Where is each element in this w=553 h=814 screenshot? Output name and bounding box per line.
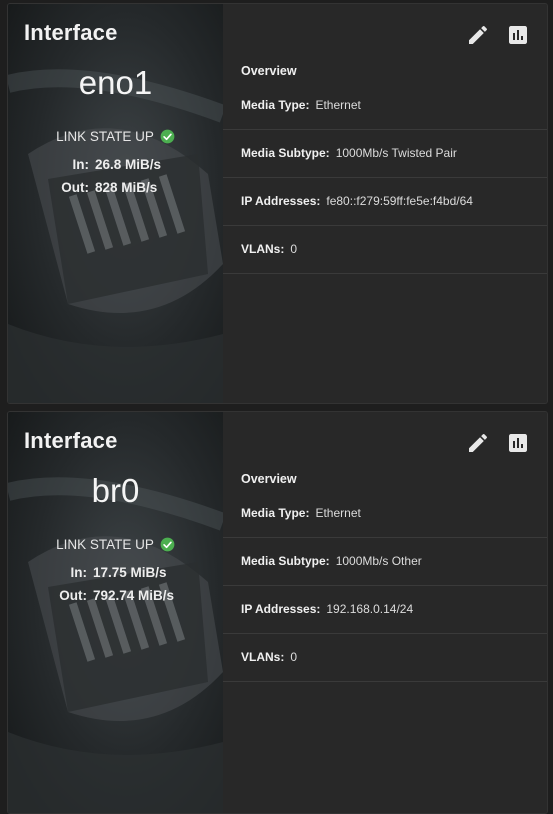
interface-card-br0: Interface br0 LINK STATE UP In: 17.75 MiB…: [7, 411, 548, 814]
interface-name: br0: [91, 472, 140, 509]
interface-summary-panel: Interface eno1 LINK STATE UP In: 26.8 MiB…: [8, 4, 223, 403]
detail-row-media-subtype: Media Subtype: 1000Mb/s Other: [223, 538, 547, 586]
detail-label: Media Type:: [241, 506, 310, 520]
detail-label: VLANs:: [241, 242, 285, 256]
in-value: 26.8 MiB/s: [95, 157, 162, 172]
detail-label: Media Type:: [241, 98, 310, 112]
detail-value: Ethernet: [315, 98, 361, 112]
out-rate: Out: 792.74 MiB/s: [8, 588, 223, 603]
detail-label: VLANs:: [241, 650, 285, 664]
out-label: Out:: [59, 588, 87, 603]
in-value: 17.75 MiB/s: [93, 565, 167, 580]
detail-row-media-type: Media Type: Ethernet: [223, 82, 547, 130]
bar-chart-icon[interactable]: [506, 431, 530, 455]
overview-title: Overview: [241, 64, 297, 78]
detail-value: fe80::f279:59ff:fe5e:f4bd/64: [326, 194, 473, 208]
in-rate: In: 26.8 MiB/s: [8, 157, 223, 172]
link-state-status: LINK STATE UP: [8, 537, 223, 552]
link-state-label: LINK STATE UP: [56, 129, 154, 144]
bar-chart-icon[interactable]: [506, 23, 530, 47]
interface-card-eno1: Interface eno1 LINK STATE UP In: 26.8 MiB…: [7, 3, 548, 404]
in-label: In:: [72, 157, 90, 172]
check-circle-icon: [160, 129, 175, 144]
check-circle-icon: [160, 537, 175, 552]
interface-name: eno1: [78, 64, 153, 101]
detail-value: 192.168.0.14/24: [326, 602, 414, 616]
detail-label: Media Subtype:: [241, 554, 330, 568]
detail-value: 0: [290, 650, 298, 664]
detail-label: Media Subtype:: [241, 146, 330, 160]
out-rate: Out: 828 MiB/s: [8, 180, 223, 195]
interface-details-panel: Overview Media Type: Ethernet Media Subty…: [223, 4, 547, 403]
detail-label: IP Addresses:: [241, 602, 321, 616]
in-label: In:: [70, 565, 88, 580]
detail-row-ip-addresses: IP Addresses: fe80::f279:59ff:fe5e:f4bd/6…: [223, 178, 547, 226]
out-label: Out:: [61, 180, 89, 195]
overview-title: Overview: [241, 472, 297, 486]
detail-value: Ethernet: [315, 506, 361, 520]
detail-value: 1000Mb/s Twisted Pair: [335, 146, 457, 160]
out-value: 792.74 MiB/s: [93, 588, 175, 603]
card-title: Interface: [24, 428, 118, 453]
detail-value: 1000Mb/s Other: [335, 554, 422, 568]
detail-row-vlans: VLANs: 0: [223, 634, 547, 682]
detail-row-media-subtype: Media Subtype: 1000Mb/s Twisted Pair: [223, 130, 547, 178]
link-state-label: LINK STATE UP: [56, 537, 154, 552]
detail-value: 0: [290, 242, 298, 256]
in-rate: In: 17.75 MiB/s: [8, 565, 223, 580]
pencil-edit-icon[interactable]: [466, 23, 490, 47]
card-title: Interface: [24, 20, 118, 45]
out-value: 828 MiB/s: [95, 180, 158, 195]
interface-summary-panel: Interface br0 LINK STATE UP In: 17.75 MiB…: [8, 412, 223, 813]
detail-row-vlans: VLANs: 0: [223, 226, 547, 274]
detail-row-media-type: Media Type: Ethernet: [223, 490, 547, 538]
pencil-edit-icon[interactable]: [466, 431, 490, 455]
link-state-status: LINK STATE UP: [8, 129, 223, 144]
detail-row-ip-addresses: IP Addresses: 192.168.0.14/24: [223, 586, 547, 634]
detail-label: IP Addresses:: [241, 194, 321, 208]
interface-details-panel: Overview Media Type: Ethernet Media Subty…: [223, 412, 547, 813]
